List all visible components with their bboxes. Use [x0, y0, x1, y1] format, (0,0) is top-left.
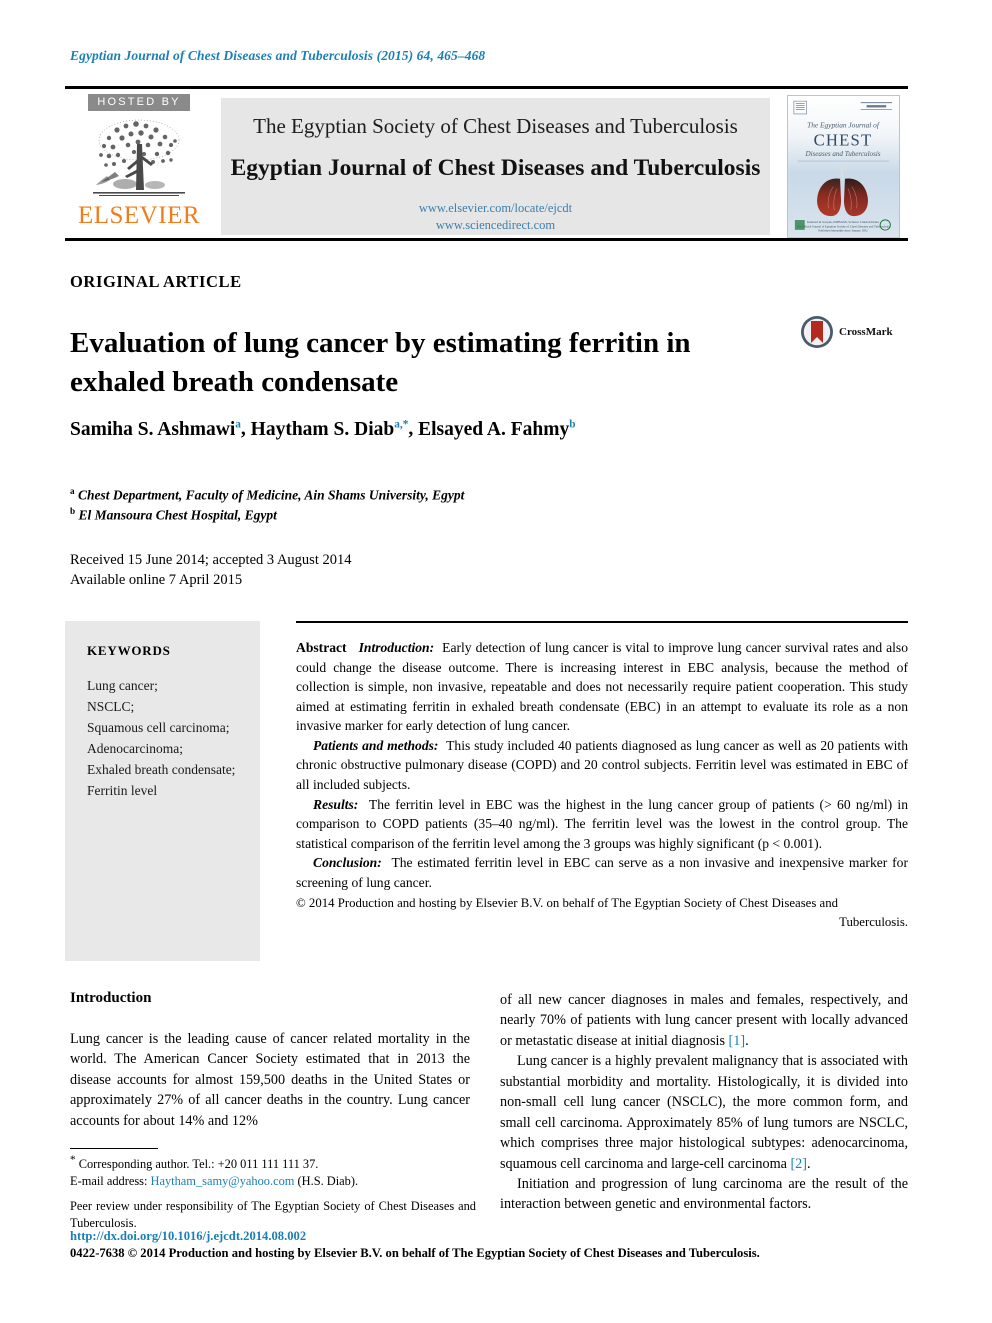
abstract-section-heading: Conclusion:: [313, 855, 382, 871]
author-2-marks: a,*: [394, 418, 409, 430]
page-title: Evaluation of lung cancer by estimating …: [70, 327, 691, 398]
abstract-label: Abstract: [296, 640, 347, 655]
article-page: Egyptian Journal of Chest Diseases and T…: [0, 0, 992, 1323]
body-column-left: Introduction Lung cancer is the leading …: [70, 990, 470, 1131]
keywords-list: Lung cancer; NSCLC; Squamous cell carcin…: [87, 675, 242, 801]
banner-urls: www.elsevier.com/locate/ejcdt www.scienc…: [419, 200, 572, 234]
affiliation-b: b El Mansoura Chest Hospital, Egypt: [70, 505, 277, 523]
author-3: Elsayed A. Fahmyb: [418, 418, 576, 440]
article-type-label: ORIGINAL ARTICLE: [70, 272, 242, 291]
svg-text:CHEST: CHEST: [813, 130, 872, 149]
citation-ref-2[interactable]: [2]: [790, 1156, 807, 1172]
available-online-line: Available online 7 April 2015: [70, 572, 243, 589]
abstract-methods-paragraph: Patients and methods: This study include…: [296, 736, 908, 795]
peer-review-note: Peer review under responsibility of The …: [70, 1199, 476, 1231]
author-sep-2: ,: [408, 418, 419, 440]
email-note: E-mail address: Haytham_samy@yahoo.com (…: [70, 1173, 476, 1190]
keywords-heading: KEYWORDS: [87, 643, 171, 658]
citation-ref-1[interactable]: [1]: [729, 1033, 746, 1049]
body-column-right: of all new cancer diagnoses in males and…: [500, 990, 908, 1215]
affiliation-list: a Chest Department, Faculty of Medicine,…: [70, 485, 770, 524]
society-name: The Egyptian Society of Chest Diseases a…: [253, 114, 738, 138]
author-3-marks: b: [569, 418, 576, 430]
svg-text:The Egyptian Journal of: The Egyptian Journal of: [807, 121, 880, 130]
keyword-item: NSCLC;: [87, 699, 135, 715]
keyword-item: Squamous cell carcinoma;: [87, 720, 230, 736]
asterisk-icon: *: [70, 1154, 76, 1166]
introduction-paragraph-2: Lung cancer is a highly prevalent malign…: [500, 1053, 908, 1172]
abstract-copyright: © 2014 Production and hosting by Elsevie…: [296, 894, 908, 931]
author-2: Haytham S. Diaba,*: [250, 418, 409, 440]
issn-copyright-line: 0422-7638 © 2014 Production and hosting …: [70, 1246, 760, 1260]
sciencedirect-url[interactable]: www.sciencedirect.com: [419, 217, 572, 234]
doi-link[interactable]: http://dx.doi.org/10.1016/j.ejcdt.2014.0…: [70, 1229, 306, 1244]
keyword-item: Adenocarcinoma;: [87, 741, 183, 757]
introduction-paragraph-left: Lung cancer is the leading cause of canc…: [70, 1031, 470, 1129]
email-link[interactable]: Haytham_samy@yahoo.com: [151, 1174, 295, 1188]
abstract-section-heading: Results:: [313, 796, 359, 812]
author-1: Samiha S. Ashmawia: [70, 418, 241, 440]
keywords-panel: KEYWORDS Lung cancer; NSCLC; Squamous ce…: [65, 621, 260, 961]
email-label: E-mail address:: [70, 1174, 148, 1189]
affiliation-a: a Chest Department, Faculty of Medicine,…: [70, 486, 465, 503]
journal-banner: The Egyptian Society of Chest Diseases a…: [221, 98, 770, 235]
copyright-tail: Tuberculosis.: [839, 914, 908, 929]
keyword-item: Ferritin level: [87, 783, 158, 799]
hosted-by-badge: HOSTED BY: [88, 94, 190, 111]
author-list: Samiha S. Ashmawia, Haytham S. Diaba,*, …: [70, 418, 890, 441]
received-line: Received 15 June 2014; accepted 3 August…: [70, 552, 352, 568]
journal-masthead: HOSTED BY ELSEVIER The Egyptian Society …: [65, 86, 908, 241]
copyright-main: © 2014 Production and hosting by Elsevie…: [296, 896, 839, 911]
crossmark-icon: [801, 315, 833, 348]
footnotes-block: * Corresponding author. Tel.: +20 011 11…: [70, 1153, 476, 1233]
journal-cover-thumbnail: The Egyptian Journal of CHEST Diseases a…: [786, 95, 900, 238]
svg-text:Published bimonthly since Janu: Published bimonthly since January 1952: [818, 229, 868, 233]
email-suffix: (H.S. Diab).: [297, 1174, 359, 1189]
elsevier-wordmark: ELSEVIER: [77, 202, 201, 229]
crossmark-badge[interactable]: CrossMark: [800, 309, 905, 354]
abstract-section-text: The ferritin level in EBC was the highes…: [296, 796, 908, 851]
abstract-block: Abstract Introduction: Early detection o…: [296, 638, 908, 931]
corresponding-author-note: * Corresponding author. Tel.: +20 011 11…: [70, 1154, 319, 1172]
elsevier-tree-icon: [93, 119, 185, 196]
affiliation-b-mark: b: [70, 505, 76, 516]
footnote-rule: [70, 1148, 158, 1149]
abstract-results-paragraph: Results: The ferritin level in EBC was t…: [296, 795, 908, 854]
abstract-section-heading: Introduction:: [358, 640, 435, 655]
abstract-conclusion-paragraph: Conclusion: The estimated ferritin level…: [296, 853, 908, 892]
abstract-top-rule: [296, 621, 908, 623]
running-head: Egyptian Journal of Chest Diseases and T…: [70, 48, 486, 63]
keyword-item: Lung cancer;: [87, 678, 158, 693]
elsevier-logo-block: HOSTED BY ELSEVIER: [65, 92, 213, 241]
introduction-paragraph-1: of all new cancer diagnoses in males and…: [500, 992, 908, 1049]
abstract-intro-paragraph: Abstract Introduction: Early detection o…: [296, 638, 908, 736]
abstract-section-heading: Patients and methods:: [313, 737, 439, 753]
keyword-item: Exhaled breath condensate;: [87, 762, 236, 778]
crossmark-label: CrossMark: [839, 325, 893, 338]
journal-cover-block: The Egyptian Journal of CHEST Diseases a…: [778, 92, 908, 241]
introduction-heading: Introduction: [70, 990, 152, 1006]
affiliation-a-mark: a: [70, 486, 75, 496]
journal-name: Egyptian Journal of Chest Diseases and T…: [230, 155, 761, 181]
elsevier-locate-url[interactable]: www.elsevier.com/locate/ejcdt: [419, 200, 572, 217]
svg-text:Diseases and Tuberculosis: Diseases and Tuberculosis: [804, 150, 880, 158]
article-dates: Received 15 June 2014; accepted 3 August…: [70, 550, 770, 591]
author-sep-1: ,: [240, 418, 251, 440]
introduction-paragraph-3: Initiation and progression of lung carci…: [500, 1175, 908, 1213]
abstract-section-text: The estimated ferritin level in EBC can …: [296, 855, 909, 890]
